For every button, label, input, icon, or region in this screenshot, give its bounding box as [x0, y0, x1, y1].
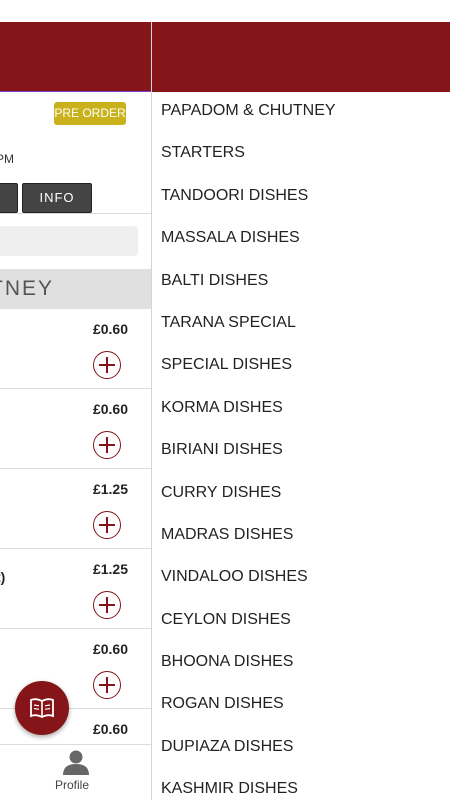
category-item[interactable]: BIRIANI DISHES [152, 431, 450, 473]
category-item[interactable]: PAPADOM & CHUTNEY [152, 92, 450, 134]
menu-item-row[interactable]: £0.60 [0, 389, 151, 469]
restaurant-menu-page: PRE ORDER PM INFO TNEY £0.60 £0.60 £1.25… [0, 92, 151, 800]
menu-item-price: £0.60 [92, 321, 128, 337]
add-icon[interactable] [93, 591, 121, 619]
menu-item-row[interactable]: £1.25 [0, 469, 151, 549]
secondary-button[interactable] [0, 183, 18, 213]
category-item[interactable]: CEYLON DISHES [152, 601, 450, 643]
category-item[interactable]: BALTI DISHES [152, 262, 450, 304]
category-item[interactable]: BHOONA DISHES [152, 643, 450, 685]
menu-item-row[interactable]: t) £1.25 [0, 549, 151, 629]
category-item[interactable]: TARANA SPECIAL [152, 304, 450, 346]
opening-hours-text: PM [0, 152, 14, 166]
category-drawer: PAPADOM & CHUTNEY STARTERS TANDOORI DISH… [152, 92, 450, 800]
category-item[interactable]: ROGAN DISHES [152, 685, 450, 727]
category-item[interactable]: MASSALA DISHES [152, 219, 450, 261]
person-icon [63, 750, 89, 775]
menu-item-price: £0.60 [92, 641, 128, 657]
nav-profile-label: Profile [55, 778, 90, 792]
category-item[interactable]: VINDALOO DISHES [152, 558, 450, 600]
app-header [0, 22, 450, 92]
category-item[interactable]: SPECIAL DISHES [152, 346, 450, 388]
category-item[interactable]: CURRY DISHES [152, 474, 450, 516]
menu-item-name: t) [0, 569, 6, 585]
category-item[interactable]: KORMA DISHES [152, 389, 450, 431]
add-icon[interactable] [93, 351, 121, 379]
info-button[interactable]: INFO [22, 183, 92, 213]
search-input[interactable] [0, 226, 138, 256]
category-item[interactable]: TANDOORI DISHES [152, 177, 450, 219]
category-item[interactable]: DUPIAZA DISHES [152, 728, 450, 770]
menu-item-price: £1.25 [92, 561, 128, 577]
category-item[interactable]: STARTERS [152, 134, 450, 176]
bottom-navigation: Profile [0, 744, 151, 800]
menu-item-row[interactable]: £0.60 [0, 309, 151, 389]
book-icon [30, 698, 54, 719]
preorder-badge[interactable]: PRE ORDER [54, 102, 126, 125]
status-bar [0, 0, 450, 22]
divider [0, 213, 151, 214]
category-item[interactable]: KASHMIR DISHES [152, 770, 450, 800]
section-title: TNEY [0, 277, 55, 300]
menu-item-price: £0.60 [92, 401, 128, 417]
menu-item-price: £1.25 [92, 481, 128, 497]
add-icon[interactable] [93, 431, 121, 459]
add-icon[interactable] [93, 511, 121, 539]
menu-fab-button[interactable] [15, 681, 69, 735]
menu-item-price: £0.60 [92, 721, 128, 737]
category-item[interactable]: MADRAS DISHES [152, 516, 450, 558]
section-header: TNEY [0, 269, 151, 309]
add-icon[interactable] [93, 671, 121, 699]
